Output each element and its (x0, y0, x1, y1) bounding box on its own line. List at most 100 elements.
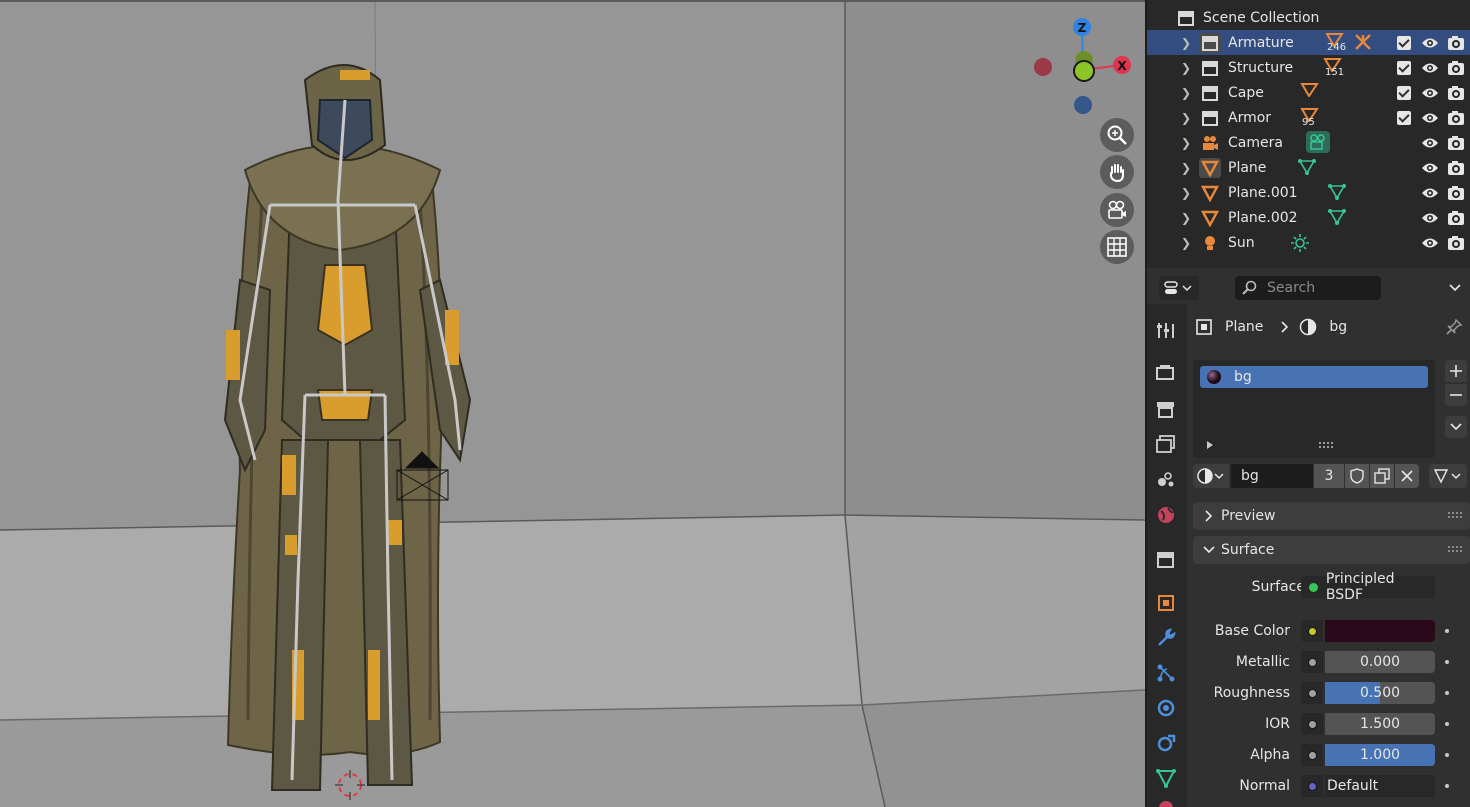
unlink-material-button[interactable] (1395, 464, 1419, 488)
render-camera-icon[interactable] (1447, 135, 1465, 151)
tab-tool-icon[interactable] (1155, 320, 1177, 342)
orthographic-grid-icon[interactable] (1100, 230, 1134, 264)
keyframe-dot[interactable] (1445, 784, 1449, 788)
outliner-row[interactable]: ❯ Structure 151 (1147, 55, 1470, 80)
outliner-item-name[interactable]: Sun (1228, 235, 1255, 251)
outliner-row[interactable]: ❯ Sun (1147, 230, 1470, 255)
link-type-dropdown[interactable] (1429, 464, 1467, 488)
outliner-item-name[interactable]: Plane.002 (1228, 210, 1298, 226)
visibility-eye-icon[interactable] (1421, 136, 1439, 150)
keyframe-dot[interactable] (1445, 722, 1449, 726)
visibility-eye-icon[interactable] (1421, 111, 1439, 125)
tab-constraints-icon[interactable] (1155, 732, 1177, 754)
add-slot-button[interactable] (1445, 360, 1467, 382)
visibility-eye-icon[interactable] (1421, 186, 1439, 200)
render-camera-icon[interactable] (1447, 235, 1465, 251)
outliner-row[interactable]: ❯ Armor 95 (1147, 105, 1470, 130)
outliner-item-name[interactable]: Plane.001 (1228, 185, 1298, 201)
tab-scene-icon[interactable] (1155, 469, 1177, 491)
exclude-checkbox[interactable] (1397, 36, 1411, 50)
base-color-socket-button[interactable] (1301, 620, 1323, 642)
roughness-socket-button[interactable] (1301, 682, 1323, 704)
render-camera-icon[interactable] (1447, 185, 1465, 201)
remove-slot-button[interactable] (1445, 384, 1467, 406)
material-slot-item[interactable]: bg (1200, 366, 1428, 388)
visibility-eye-icon[interactable] (1421, 211, 1439, 225)
normal-input[interactable]: Default (1325, 775, 1435, 797)
navigation-gizmo[interactable]: Z X (1025, 12, 1145, 122)
exclude-checkbox[interactable] (1397, 61, 1411, 75)
options-dropdown[interactable] (1443, 276, 1467, 300)
mesh-data-icon[interactable] (1327, 208, 1347, 226)
expand-chevron-icon[interactable]: ❯ (1181, 136, 1191, 150)
slot-specials-dropdown[interactable] (1445, 416, 1467, 438)
sun-data-icon[interactable] (1290, 233, 1310, 253)
expand-chevron-icon[interactable]: ❯ (1181, 36, 1191, 50)
surface-panel-header[interactable]: Surface (1193, 536, 1470, 564)
expand-chevron-icon[interactable]: ❯ (1181, 161, 1191, 175)
outliner-item-name[interactable]: Structure (1228, 60, 1293, 76)
fake-user-button[interactable] (1345, 464, 1369, 488)
tab-object-icon[interactable] (1155, 592, 1177, 614)
keyframe-dot[interactable] (1445, 753, 1449, 757)
exclude-checkbox[interactable] (1397, 86, 1411, 100)
outliner-row[interactable]: ❯ Camera (1147, 130, 1470, 155)
tab-collection-icon[interactable] (1155, 549, 1177, 571)
search-input[interactable]: Search (1235, 276, 1381, 300)
tab-particles-icon[interactable] (1155, 662, 1177, 684)
keyframe-dot[interactable] (1445, 660, 1449, 664)
armature-data-icon[interactable] (1353, 33, 1373, 51)
camera-data-icon[interactable] (1305, 130, 1331, 154)
expand-triangle-icon[interactable] (1205, 440, 1215, 450)
visibility-eye-icon[interactable] (1421, 161, 1439, 175)
keyframe-dot[interactable] (1445, 629, 1449, 633)
tab-render-icon[interactable] (1155, 363, 1177, 385)
user-count-button[interactable]: 3 (1314, 464, 1344, 488)
exclude-checkbox[interactable] (1397, 111, 1411, 125)
visibility-eye-icon[interactable] (1421, 61, 1439, 75)
render-camera-icon[interactable] (1447, 85, 1465, 101)
pin-icon[interactable] (1445, 318, 1463, 336)
render-camera-icon[interactable] (1447, 35, 1465, 51)
outliner[interactable]: Scene Collection ❯ Armature 246 ❯ Structure 1… (1147, 0, 1470, 268)
surface-shader-selector[interactable]: Principled BSDF (1301, 571, 1435, 603)
tab-data-mesh-icon[interactable] (1155, 767, 1177, 789)
ior-socket-button[interactable] (1301, 713, 1323, 735)
normal-socket-button[interactable] (1301, 775, 1323, 797)
preview-panel-header[interactable]: Preview (1193, 502, 1470, 530)
expand-chevron-icon[interactable]: ❯ (1181, 61, 1191, 75)
outliner-row[interactable]: ❯ Armature 246 (1147, 30, 1470, 55)
outliner-row[interactable]: ❯ Plane.002 (1147, 205, 1470, 230)
expand-chevron-icon[interactable]: ❯ (1181, 211, 1191, 225)
outliner-row[interactable]: ❯ Cape (1147, 80, 1470, 105)
drag-handle-icon[interactable] (1448, 512, 1464, 520)
render-camera-icon[interactable] (1447, 210, 1465, 226)
outliner-item-name[interactable]: Plane (1228, 160, 1266, 176)
render-camera-icon[interactable] (1447, 60, 1465, 76)
keyframe-dot[interactable] (1445, 691, 1449, 695)
render-camera-icon[interactable] (1447, 110, 1465, 126)
resize-grip-icon[interactable] (1319, 442, 1333, 450)
visibility-eye-icon[interactable] (1421, 36, 1439, 50)
outliner-item-name[interactable]: Armature (1228, 35, 1294, 51)
visibility-eye-icon[interactable] (1421, 86, 1439, 100)
ior-field[interactable]: 1.500 (1325, 713, 1435, 735)
outliner-row[interactable]: ❯ Plane (1147, 155, 1470, 180)
tab-physics-icon[interactable] (1155, 697, 1177, 719)
tab-material-icon[interactable] (1155, 799, 1177, 807)
metallic-socket-button[interactable] (1301, 651, 1323, 673)
expand-chevron-icon[interactable]: ❯ (1181, 186, 1191, 200)
editor-type-dropdown[interactable] (1159, 276, 1199, 300)
expand-chevron-icon[interactable]: ❯ (1181, 86, 1191, 100)
material-slot-list[interactable]: bg (1193, 360, 1435, 458)
drag-handle-icon[interactable] (1448, 546, 1464, 554)
base-color-swatch[interactable] (1325, 620, 1435, 642)
outliner-item-name[interactable]: Cape (1228, 85, 1264, 101)
visibility-eye-icon[interactable] (1421, 236, 1439, 250)
tab-output-icon[interactable] (1155, 399, 1177, 421)
pan-hand-icon[interactable] (1100, 155, 1134, 189)
3d-viewport[interactable]: Z X (0, 0, 1145, 807)
tab-world-icon[interactable] (1155, 504, 1177, 526)
duplicate-material-button[interactable] (1370, 464, 1394, 488)
expand-chevron-icon[interactable]: ❯ (1181, 236, 1191, 250)
